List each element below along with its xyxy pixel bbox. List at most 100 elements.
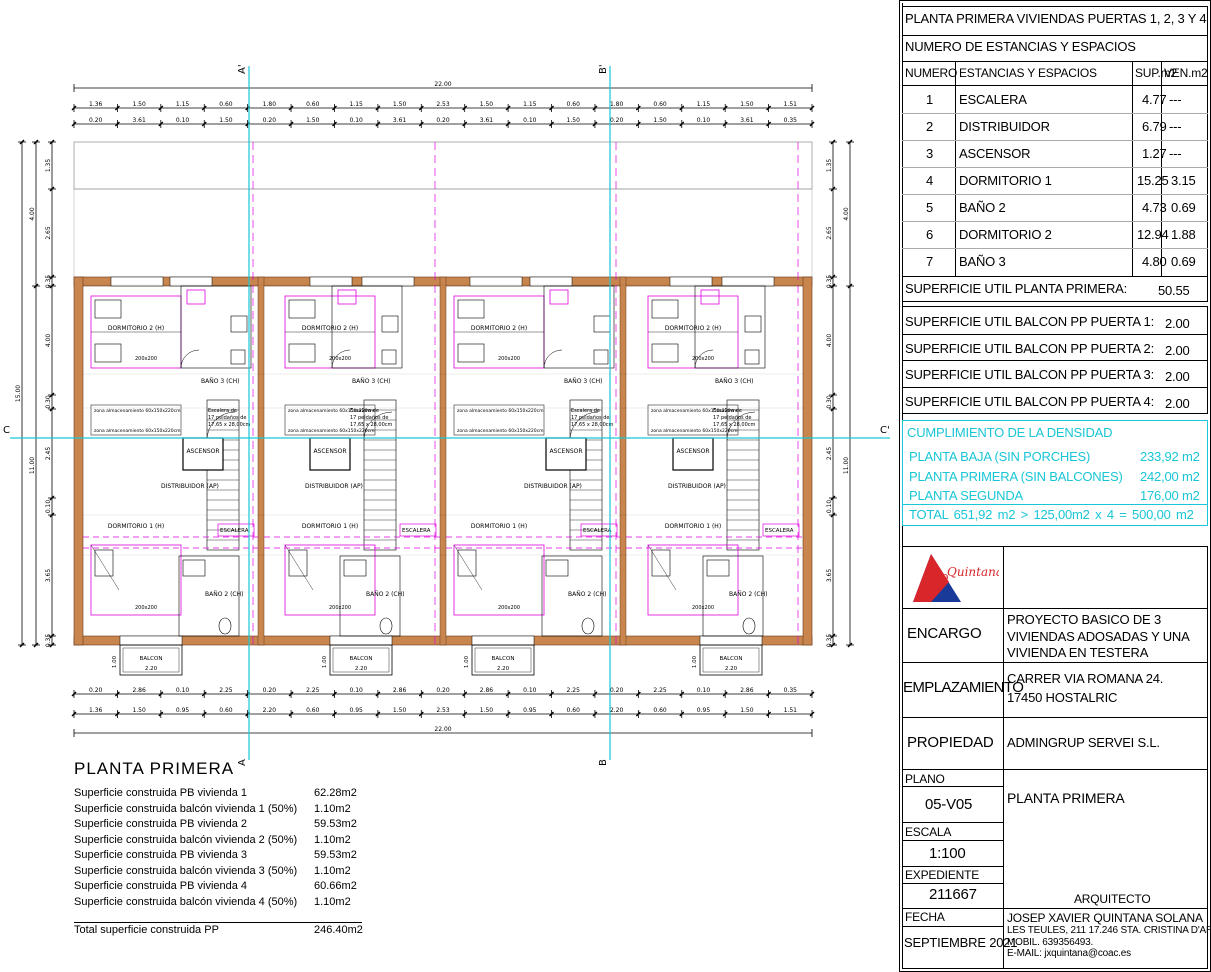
row-divider [902, 386, 1208, 388]
arquitecto-email: E-MAIL: jxquintana@coac.es [1007, 948, 1131, 959]
balcony-width-label: 2.20 [145, 666, 158, 672]
stair-note: 17,65 x 28,00cm [571, 422, 614, 428]
bed-size-label: 200x200 [135, 605, 157, 611]
dimension-label-vertical: 0.35 [45, 275, 52, 289]
dimension-label: 0.20 [436, 687, 450, 694]
dimension-label: 0.20 [263, 687, 277, 694]
emplazamiento-value-line: CARRER VIA ROMANA 24. [1007, 671, 1164, 686]
balcony-width-label: 2.20 [497, 666, 510, 672]
room-label-bano3: BAÑO 3 (CH) [352, 378, 390, 385]
dwelling-unit: DORMITORIO 2 (H) 200x200 zona almacenamien… [446, 142, 620, 645]
dimension-label: 2.86 [740, 687, 754, 694]
row-divider [902, 248, 1208, 249]
table-row-sup: 6.79 [1142, 119, 1167, 134]
encargo-value-line: VIVIENDA EN TESTERA [1007, 645, 1149, 660]
dimension-label-vertical: 11.00 [29, 457, 36, 474]
dimension-label-vertical: 3.65 [45, 569, 52, 583]
dimension-label: 0.60 [219, 707, 233, 714]
dimension-label: 1.50 [306, 117, 320, 124]
table-header-ven: VEN.m2 [1164, 66, 1208, 80]
section-mark-a-top: A' [237, 64, 248, 74]
dimension-label: 0.20 [436, 117, 450, 124]
room-label-ascensor: ASCENSOR [676, 448, 709, 455]
room-label-dormitorio2: DORMITORIO 2 (H) [471, 325, 527, 332]
dimension-label-vertical: 2.45 [826, 447, 833, 461]
dimension-label: 0.60 [653, 101, 667, 108]
row-divider [902, 167, 1208, 168]
dimension-label-vertical: 4.00 [826, 334, 833, 348]
storage-label: zona almacenamiento 60x150x220cm [651, 428, 737, 434]
surface-row-label: Superficie construida PB vivienda 4 [74, 880, 248, 892]
table-row-sup: 12.94 [1137, 227, 1169, 242]
room-label-dormitorio1: DORMITORIO 1 (H) [108, 523, 164, 530]
right-panel: PLANTA PRIMERA VIVIENDAS PUERTAS 1, 2, 3… [899, 0, 1211, 972]
stair-note: Escalera de [713, 408, 742, 414]
dimension-label: 1.15 [523, 101, 537, 108]
table-subtitle: NUMERO DE ESTANCIAS Y ESPACIOS [905, 39, 1136, 54]
dimension-total-bottom: 22.00 [434, 726, 451, 733]
table-row-number: 6 [926, 227, 934, 242]
room-label-escalera: ESCALERA [402, 528, 431, 534]
dimension-label: 2.20 [610, 707, 624, 714]
dimension-label: 2.20 [263, 707, 277, 714]
density-row-label: PLANTA BAJA (SIN PORCHES) [909, 449, 1091, 464]
storage-label: zona almacenamiento 60x150x220cm [457, 428, 543, 434]
col-divider [1132, 61, 1133, 276]
plano-value: 05-V05 [925, 796, 973, 813]
surface-row-value: 59.53m2 [314, 849, 357, 861]
room-label-dormitorio2: DORMITORIO 2 (H) [665, 325, 721, 332]
surface-row-label: Superficie construida PB vivienda 3 [74, 849, 248, 861]
dimension-label: 2.86 [132, 687, 146, 694]
dimension-label: 1.50 [567, 117, 581, 124]
table-row-name: DISTRIBUIDOR [959, 119, 1050, 134]
row-divider [902, 360, 1208, 361]
table-row-ven: --- [1169, 146, 1182, 161]
logo-mark: ARQ Quintana [913, 554, 999, 602]
table-row-name: DORMITORIO 1 [959, 173, 1052, 188]
room-label-bano2: BAÑO 2 (CH) [205, 591, 243, 598]
dimension-label: 1.51 [784, 707, 798, 714]
dimension-label: 2.86 [393, 687, 407, 694]
table-row-number: 3 [926, 146, 934, 161]
dimension-label: 1.15 [697, 101, 711, 108]
room-label-escalera: ESCALERA [220, 528, 249, 534]
table-row-name: ESCALERA [959, 92, 1027, 107]
fecha-value: SEPTIEMBRE 2021 [904, 935, 1018, 950]
dimension-label-vertical: 11.00 [843, 457, 850, 474]
surface-row-value: 62.28m2 [314, 787, 357, 799]
room-label-dormitorio1: DORMITORIO 1 (H) [471, 523, 527, 530]
dimension-label: 1.50 [393, 101, 407, 108]
balcony-label: BALCON [492, 656, 515, 662]
expediente-label: EXPEDIENTE [905, 868, 980, 882]
arquitecto-name: JOSEP XAVIER QUINTANA SOLANA [1007, 911, 1203, 925]
room-label-distribuidor: DISTRIBUIDOR (AP) [305, 483, 363, 490]
row-divider [902, 221, 1208, 222]
dimension-label-vertical: 1.35 [826, 159, 833, 173]
balcony-row-value: 2.00 [1165, 342, 1190, 358]
bed-size-label: 200x200 [135, 356, 157, 362]
balcony-depth-label: 1.00 [464, 655, 470, 668]
surface-row-label: Superficie construida PB vivienda 2 [74, 818, 248, 830]
dimension-label: 2.25 [653, 687, 667, 694]
table-row-number: 7 [926, 254, 934, 269]
table-row-name: BAÑO 3 [959, 254, 1006, 269]
dimension-label-vertical: 0.10 [45, 500, 52, 514]
dimension-label: 0.10 [523, 687, 537, 694]
dimension-label: 2.25 [219, 687, 233, 694]
table-row-number: 4 [926, 173, 934, 188]
stair-note: 17 peldaños de [571, 415, 610, 421]
storage-label: zona almacenamiento 60x150x220cm [94, 428, 180, 434]
escala-label: ESCALA [905, 825, 952, 839]
balcony-label: BALCON [350, 656, 373, 662]
balcony-row-value: 2.00 [1165, 395, 1190, 411]
dimension-label: 1.50 [132, 101, 146, 108]
room-label-ascensor: ASCENSOR [186, 448, 219, 455]
storage-label: zona almacenamiento 60x150x220cm [94, 408, 180, 414]
stair-note: 17,65 x 28,00cm [350, 422, 393, 428]
balcony-width-label: 2.20 [355, 666, 368, 672]
dimension-label: 1.50 [393, 707, 407, 714]
room-label-dormitorio1: DORMITORIO 1 (H) [665, 523, 721, 530]
dimension-label: 1.50 [480, 707, 494, 714]
table-row-sup: 4.80 [1142, 254, 1167, 269]
dimension-label: 0.20 [89, 687, 103, 694]
